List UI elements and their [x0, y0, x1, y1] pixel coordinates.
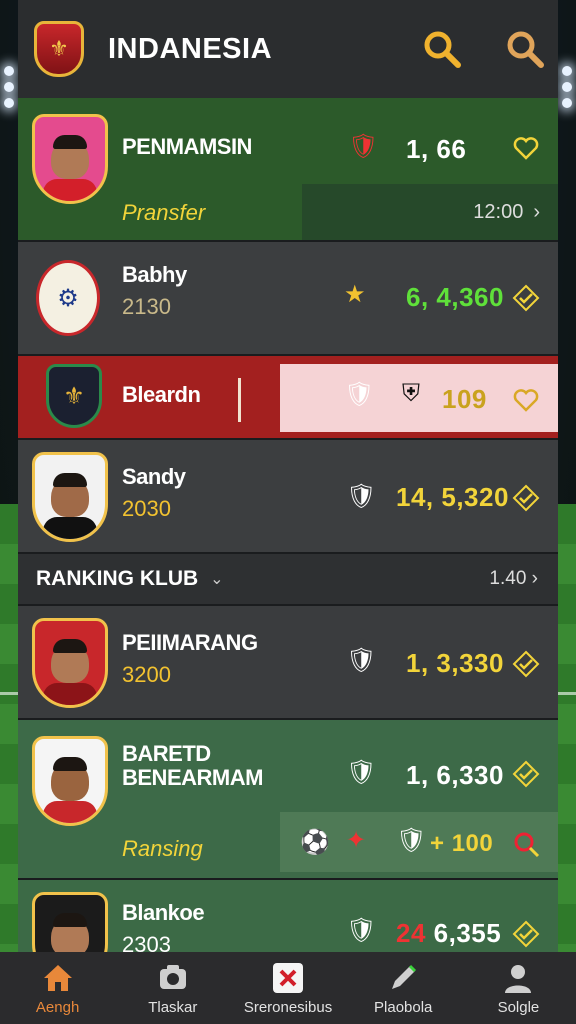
chevron-down-icon[interactable]: ⌄ — [210, 569, 223, 589]
search-icon-secondary[interactable] — [504, 28, 546, 70]
club-crest-mini: 🛡 — [346, 759, 377, 786]
player-badge — [32, 618, 108, 708]
check-icon[interactable] — [512, 760, 540, 788]
player-avatar — [51, 757, 89, 801]
club-crest-mini: 🛡 — [344, 381, 375, 408]
list-item[interactable]: BARETD BENEARMAM 🛡 1, 6,330 Ransing ⚽ ✦ 🛡… — [18, 720, 558, 880]
pencil-icon — [384, 961, 422, 995]
player-avatar — [51, 639, 89, 683]
check-icon[interactable] — [512, 650, 540, 678]
row-subtitle: Ransing — [122, 836, 203, 861]
nav-camera[interactable]: Tlaskar — [115, 952, 230, 1024]
section-title: RANKING KLUB — [36, 567, 199, 590]
row-score: 1, 6,330 — [406, 760, 504, 790]
row-subtitle: 2030 — [122, 496, 171, 521]
check-icon[interactable] — [512, 484, 540, 512]
row-name: Blankoe — [122, 900, 205, 925]
row-subtitle: 2130 — [122, 294, 171, 319]
club-crest: ⚜ — [46, 364, 102, 428]
heart-icon[interactable] — [512, 134, 540, 162]
row-score: 14, 5,320 — [396, 482, 509, 512]
heart-icon[interactable] — [512, 386, 540, 414]
row-name: PENMAMSIN — [122, 134, 252, 159]
player-badge — [32, 892, 108, 952]
chevron-right-icon: › — [533, 200, 540, 223]
player-badge — [32, 452, 108, 542]
row-name: PEIIMARANG — [122, 630, 258, 655]
star-icon: ★ — [344, 281, 366, 308]
row-score: 24 6,355 — [396, 918, 502, 948]
stadium-lights-right — [558, 60, 576, 120]
club-crest-mini: 🛡 — [346, 483, 377, 510]
top-bar: ⚜ INDANESIA — [18, 0, 558, 98]
list-item[interactable]: ⚙ Babhy 2130 ★ 6, 4,360 — [18, 242, 558, 356]
player-avatar — [51, 473, 89, 517]
row-score: 1, 66 — [406, 134, 467, 164]
bottom-nav: Aengh Tlaskar Sreronesibus Plaobola Solg… — [0, 952, 576, 1024]
check-icon[interactable] — [512, 284, 540, 312]
row-subtitle: 3200 — [122, 662, 171, 687]
list-item[interactable]: PENMAMSIN 🛡 1, 66 Pransfer 12:00 › — [18, 98, 558, 242]
player-badge — [32, 736, 108, 826]
shield-icon: 🛡 — [348, 133, 379, 160]
time-label: 12:00 — [473, 200, 524, 223]
row-score: 6, 4,360 — [406, 282, 504, 312]
nav-close[interactable]: Sreronesibus — [230, 952, 345, 1024]
app-title: INDANESIA — [108, 32, 273, 65]
row-subtitle: 2303 — [122, 932, 171, 952]
home-icon — [39, 961, 77, 995]
player-avatar — [51, 913, 89, 952]
time-bar[interactable]: 12:00 › — [302, 184, 558, 240]
row-subtitle: Pransfer — [122, 200, 206, 225]
row-name: BARETD BENEARMAM — [122, 741, 263, 790]
nav-home[interactable]: Aengh — [0, 952, 115, 1024]
app-panel: ⚜ INDANESIA PENMAMSIN 🛡 1, 66 Pransfer 1… — [18, 0, 558, 952]
search-icon[interactable] — [421, 28, 463, 70]
row-score: 1, 3,330 — [406, 648, 504, 678]
row-name: Bleardn — [122, 382, 201, 407]
list-item[interactable]: PEIIMARANG 3200 🛡 1, 3,330 — [18, 606, 558, 720]
extra-score: + 100 — [430, 830, 494, 857]
player-badge — [32, 114, 108, 204]
player-avatar — [51, 135, 89, 179]
stadium-lights-left — [0, 60, 18, 120]
club-crest-mini: 🛡 — [346, 917, 377, 944]
nav-edit[interactable]: Plaobola — [346, 952, 461, 1024]
nav-profile[interactable]: Solgle — [461, 952, 576, 1024]
player-kick-icon[interactable]: ✦ — [346, 826, 366, 855]
camera-icon — [154, 961, 192, 995]
search-target-icon[interactable] — [512, 830, 540, 858]
club-crest-mini: 🛡 — [396, 827, 427, 854]
row-name: Babhy — [122, 262, 187, 287]
row-score: 109 — [442, 384, 487, 414]
list-item[interactable]: Blankoe 2303 🛡 24 6,355 — [18, 880, 558, 952]
club-crest: ⚙ — [36, 260, 100, 336]
ball-icon[interactable]: ⚽ — [300, 828, 330, 857]
divider — [238, 378, 241, 422]
close-icon — [269, 961, 307, 995]
section-right-label[interactable]: 1.40 › — [489, 568, 538, 590]
list-item[interactable]: Sandy 2030 🛡 14, 5,320 — [18, 440, 558, 554]
check-icon[interactable] — [512, 920, 540, 948]
app-logo: ⚜ — [34, 21, 84, 77]
section-header[interactable]: RANKING KLUB ⌄ 1.40 › — [18, 554, 558, 606]
user-icon — [499, 961, 537, 995]
list-item[interactable]: ⚜ Bleardn 🛡 ⛨ 109 — [18, 356, 558, 440]
club-crest-mini: 🛡 — [346, 647, 377, 674]
club-crest-mini: ⛨ — [402, 380, 420, 407]
row-name: Sandy — [122, 464, 186, 489]
